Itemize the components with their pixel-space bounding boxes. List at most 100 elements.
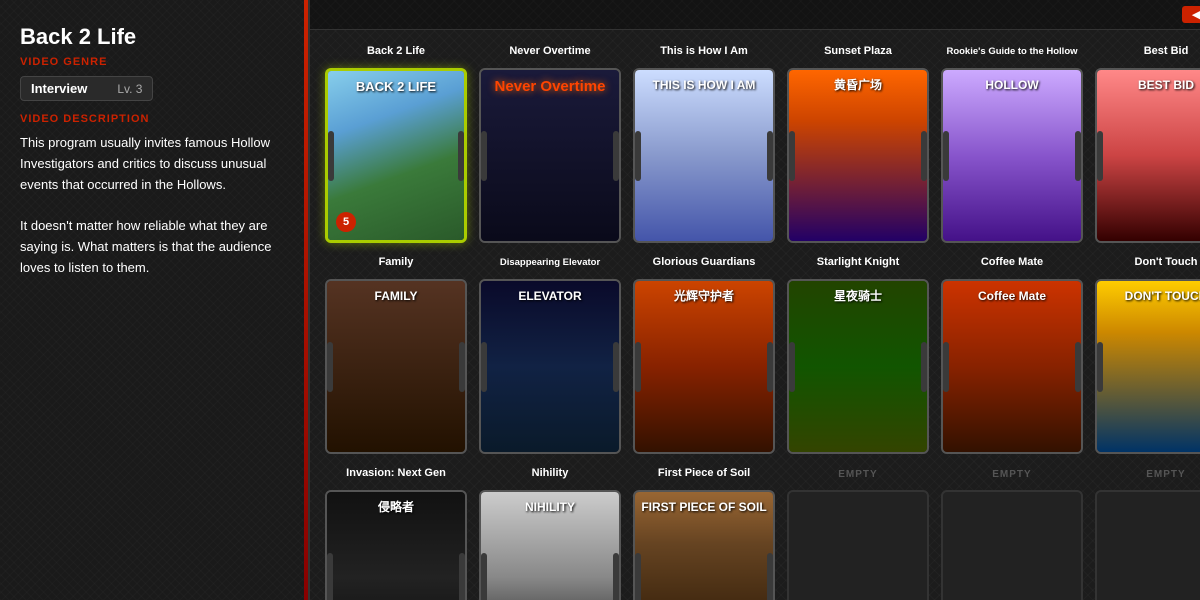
card-1-3[interactable]: 星夜骑士 — [787, 279, 929, 454]
card-1-0[interactable]: FAMILY — [325, 279, 467, 454]
col-title: Coffee Mate — [981, 251, 1043, 275]
card-title-overlay: 侵略者 — [327, 500, 465, 514]
grid-col-1-5: Don't Touch DON'T TOUCH — [1092, 251, 1200, 454]
card-art — [635, 281, 773, 452]
card-title-overlay: 星夜骑士 — [789, 289, 927, 303]
card-2-2[interactable]: FIRST PIECE OF SOIL — [633, 490, 775, 600]
grid-col-1-3: Starlight Knight 星夜骑士 — [784, 251, 932, 454]
col-title: Family — [379, 251, 414, 275]
grid-row-0: Back 2 LifeBACK 2 LIFE5Never OvertimeNev… — [322, 40, 1200, 243]
genre-text: Interview — [31, 81, 87, 96]
card-0-0[interactable]: BACK 2 LIFE5 — [325, 68, 467, 243]
card-title-overlay: NIHILITY — [481, 500, 619, 514]
side-grip-left — [635, 131, 641, 181]
card-art — [943, 70, 1081, 241]
panel-title: Back 2 Life — [20, 24, 288, 50]
card-1-4[interactable]: Coffee Mate — [941, 279, 1083, 454]
card-1-2[interactable]: 光辉守护者 — [633, 279, 775, 454]
col-title: First Piece of Soil — [658, 462, 750, 486]
grid-col-2-5: EMPTY — [1092, 462, 1200, 600]
col-title: Don't Touch — [1135, 251, 1198, 275]
side-grip-right — [613, 553, 619, 600]
col-title: Invasion: Next Gen — [346, 462, 446, 486]
card-title-overlay: Never Overtime — [481, 78, 619, 96]
col-title: This is How I Am — [660, 40, 748, 64]
card-0-1[interactable]: Never Overtime — [479, 68, 621, 243]
side-grip-left — [1097, 342, 1103, 392]
side-grip-left — [481, 131, 487, 181]
grid-col-0-1: Never Overtime Never Overtime — [476, 40, 624, 243]
card-2-0[interactable]: 侵略者 — [325, 490, 467, 600]
side-grip-left — [943, 131, 949, 181]
side-grip-right — [613, 131, 619, 181]
card-art — [635, 70, 773, 241]
grid-col-2-0: Invasion: Next Gen 侵略者 — [322, 462, 470, 600]
side-grip-right — [1075, 342, 1081, 392]
card-title-overlay: HOLLOW — [943, 78, 1081, 92]
col-title: Rookie's Guide to the Hollow — [946, 40, 1077, 64]
card-0-2[interactable]: THIS IS HOW I AM — [633, 68, 775, 243]
card-2-1[interactable]: NIHILITY — [479, 490, 621, 600]
side-grip-right — [921, 342, 927, 392]
grid-col-0-2: This is How I Am THIS IS HOW I AM — [630, 40, 778, 243]
side-grip-left — [1097, 131, 1103, 181]
grid-col-0-4: Rookie's Guide to the Hollow HOLLOW — [938, 40, 1086, 243]
grid-col-0-0: Back 2 Life BACK 2 LIFE5 — [322, 40, 470, 243]
card-title-overlay: FIRST PIECE OF SOIL — [635, 500, 773, 514]
grid-col-1-0: Family FAMILY — [322, 251, 470, 454]
card-0-3[interactable]: 黄昏广场 — [787, 68, 929, 243]
side-grip-left — [789, 342, 795, 392]
side-grip-right — [767, 553, 773, 600]
card-0-5[interactable]: BEST BID — [1095, 68, 1200, 243]
col-title: Back 2 Life — [367, 40, 425, 64]
side-grip-right — [767, 131, 773, 181]
card-title-overlay: BACK 2 LIFE — [328, 79, 464, 95]
grid-col-2-1: Nihility NIHILITY — [476, 462, 624, 600]
side-grip-right — [921, 131, 927, 181]
empty-col-title: EMPTY — [992, 462, 1031, 486]
grid-col-1-2: Glorious Guardians光辉守护者 — [630, 251, 778, 454]
card-title-overlay: FAMILY — [327, 289, 465, 303]
card-title-overlay: ELEVATOR — [481, 289, 619, 303]
side-grip-left — [327, 553, 333, 600]
card-0-4[interactable]: HOLLOW — [941, 68, 1083, 243]
card-art — [1097, 281, 1200, 452]
card-title-overlay: Coffee Mate — [943, 289, 1081, 303]
card-2-5[interactable] — [1095, 490, 1200, 600]
card-art — [327, 281, 465, 452]
panel-description: This program usually invites famous Holl… — [20, 133, 288, 279]
grid-col-1-1: Disappearing Elevator ELEVATOR — [476, 251, 624, 454]
grid-col-1-4: Coffee Mate Coffee Mate — [938, 251, 1086, 454]
side-grip-left — [481, 342, 487, 392]
side-grip-left — [943, 342, 949, 392]
col-title: Nihility — [532, 462, 569, 486]
side-grip-right — [767, 342, 773, 392]
grid-col-0-3: Sunset Plaza 黄昏广场 — [784, 40, 932, 243]
col-title: Never Overtime — [509, 40, 590, 64]
col-title: Best Bid — [1144, 40, 1189, 64]
grid-col-2-2: First Piece of Soil FIRST PIECE OF SOIL — [630, 462, 778, 600]
grid-col-0-5: Best Bid BEST BID — [1092, 40, 1200, 243]
grid-col-2-3: EMPTY — [784, 462, 932, 600]
card-1-1[interactable]: ELEVATOR — [479, 279, 621, 454]
col-title: Starlight Knight — [817, 251, 900, 275]
side-grip-left — [481, 553, 487, 600]
card-2-3[interactable] — [787, 490, 929, 600]
side-grip-right — [1075, 131, 1081, 181]
side-grip-left — [327, 342, 333, 392]
card-art — [1097, 70, 1200, 241]
card-title-overlay: THIS IS HOW I AM — [635, 78, 773, 92]
col-title: Sunset Plaza — [824, 40, 892, 64]
level-text: Lv. 3 — [117, 82, 142, 96]
card-title-overlay: 黄昏广场 — [789, 78, 927, 92]
side-grip-left — [789, 131, 795, 181]
card-art — [789, 281, 927, 452]
col-title: Disappearing Elevator — [500, 251, 600, 275]
back-button[interactable]: ◀ Back — [1182, 6, 1200, 23]
card-1-5[interactable]: DON'T TOUCH — [1095, 279, 1200, 454]
side-grip-right — [458, 131, 464, 181]
top-bar: ◀ Back — [310, 0, 1200, 30]
side-grip-left — [635, 553, 641, 600]
side-grip-right — [613, 342, 619, 392]
card-2-4[interactable] — [941, 490, 1083, 600]
